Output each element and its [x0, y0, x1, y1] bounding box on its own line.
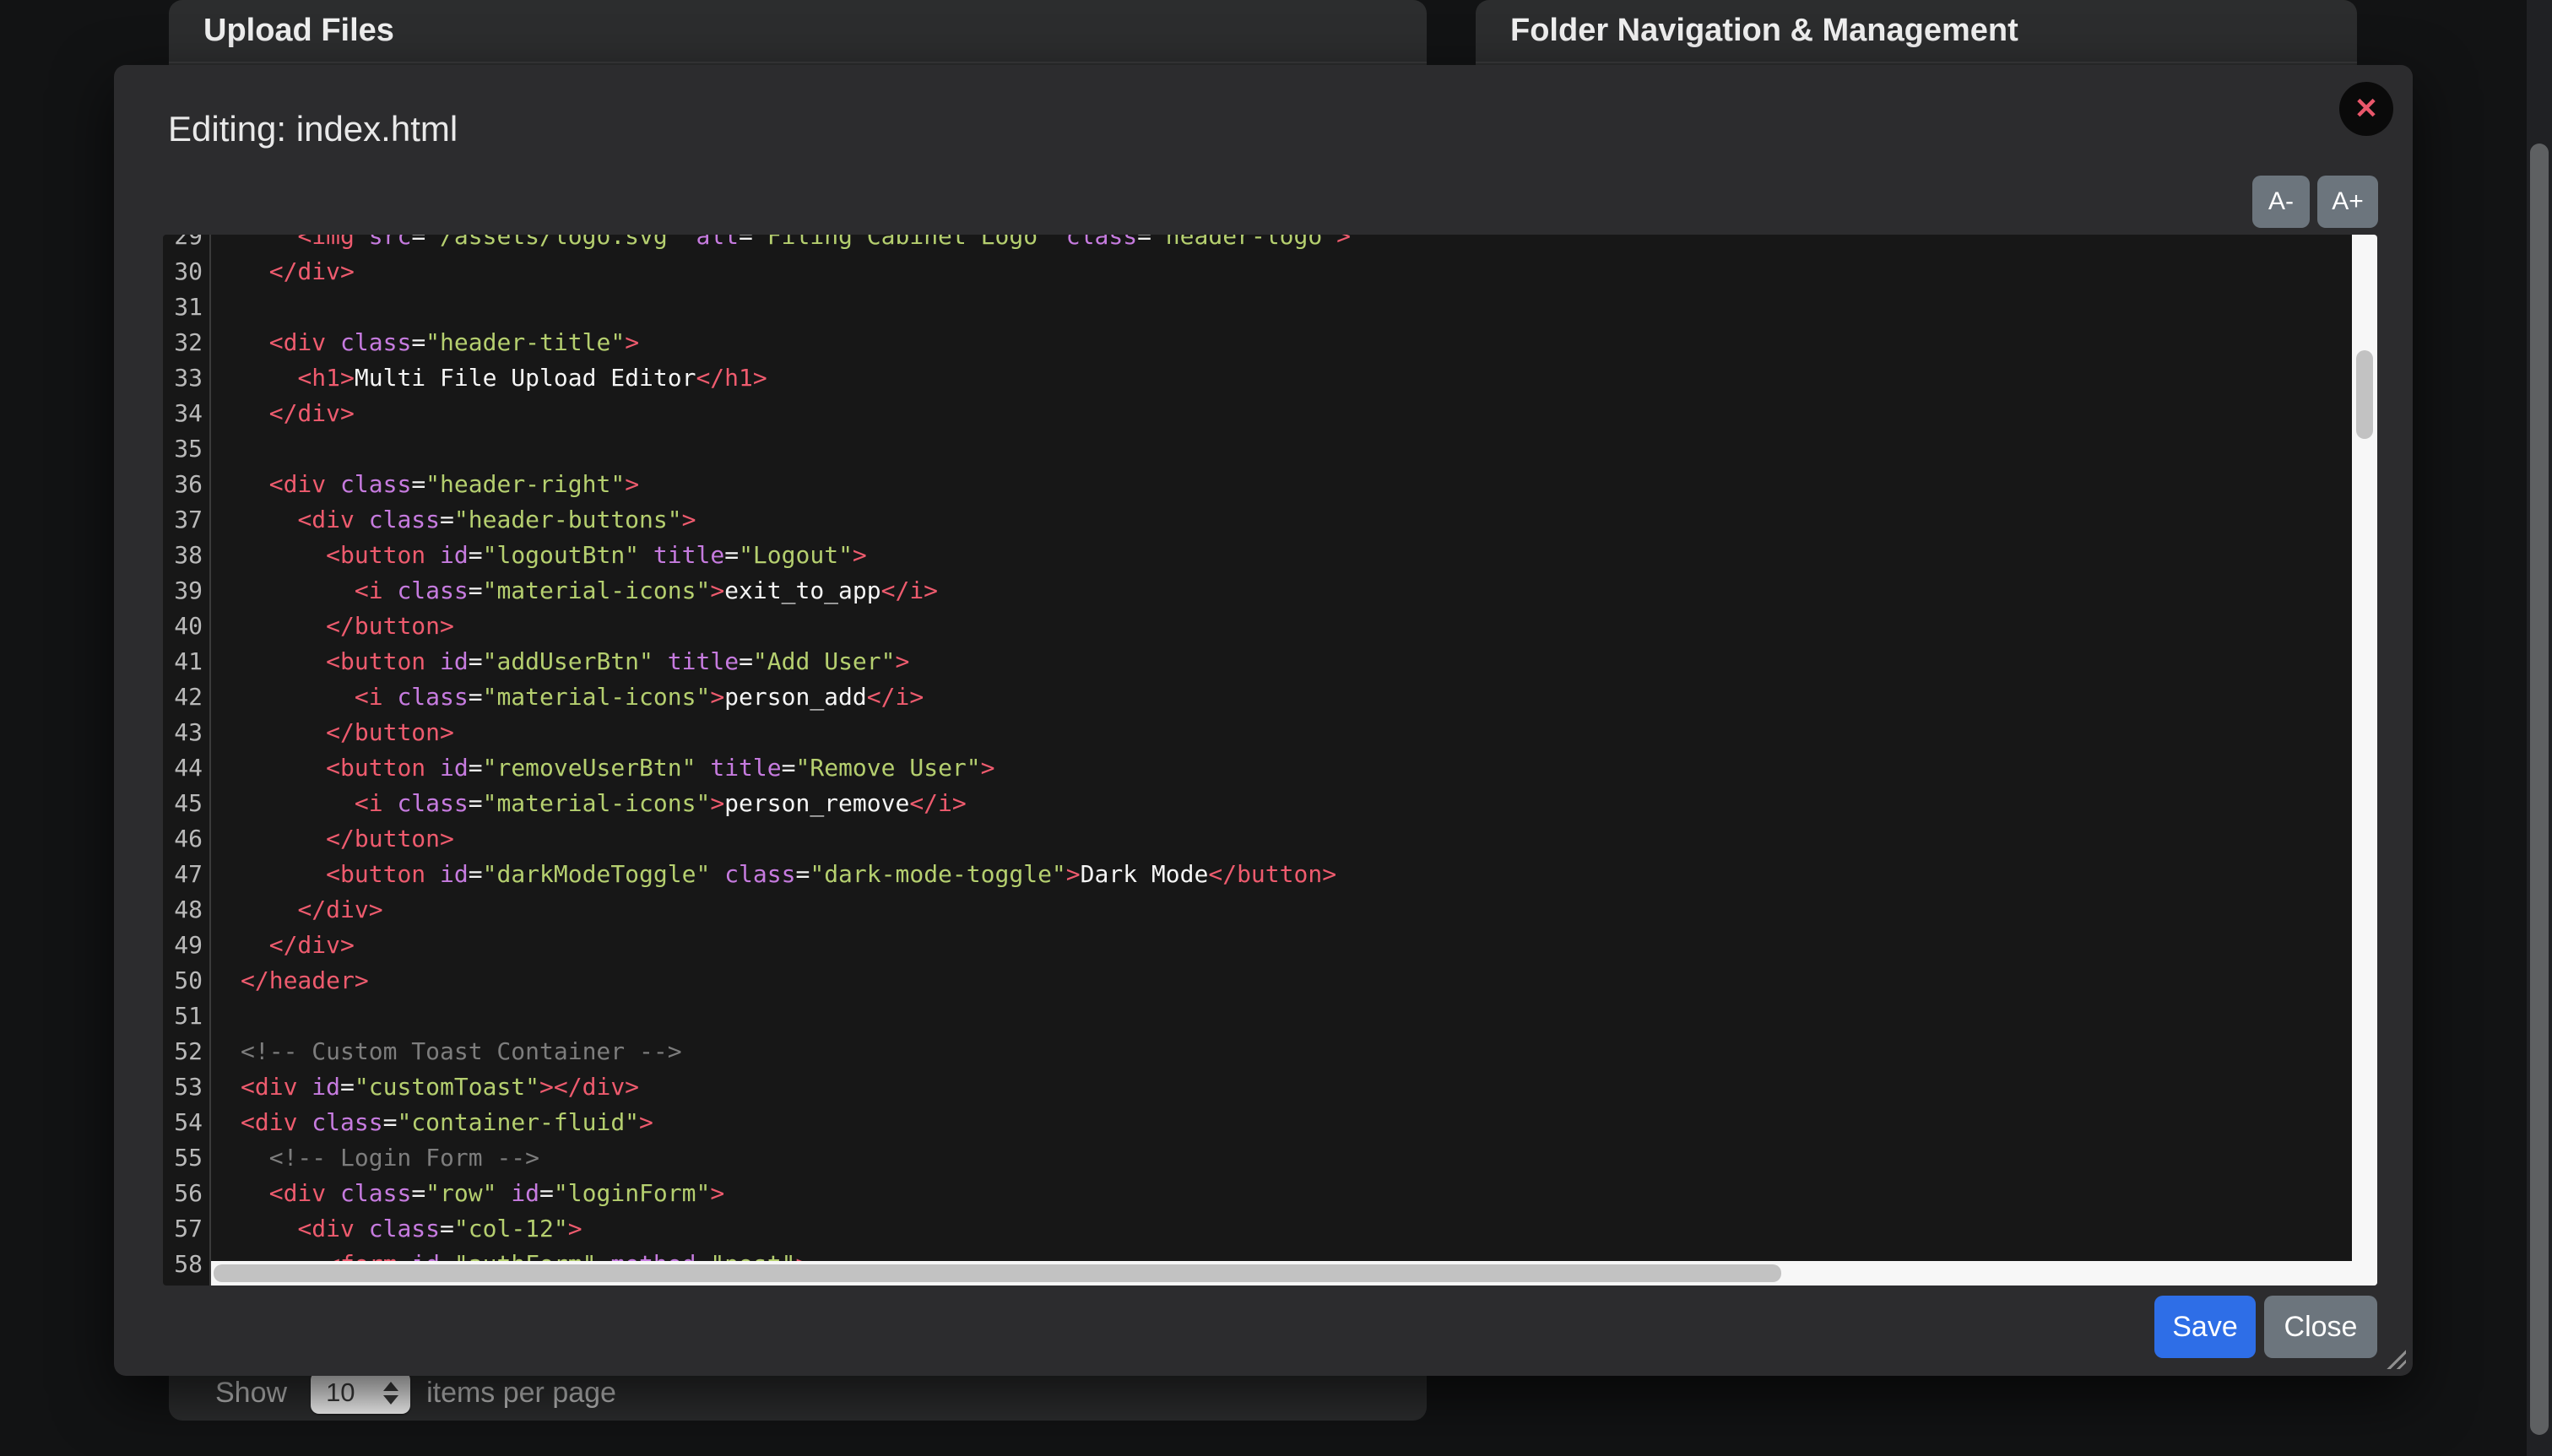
line-number: 46	[163, 821, 209, 857]
code-line: 40 </button>	[163, 609, 2377, 644]
gutter-separator	[209, 235, 211, 1286]
line-number: 34	[163, 396, 209, 431]
line-number: 50	[163, 963, 209, 999]
font-size-controls: A- A+	[2252, 176, 2378, 228]
code-line: 29 <img src="/assets/logo.svg" alt="Fili…	[163, 235, 2377, 254]
code-line: 56 <div class="row" id="loginForm">	[163, 1176, 2377, 1211]
line-number: 43	[163, 715, 209, 750]
line-number: 53	[163, 1069, 209, 1105]
code-line: 35	[163, 431, 2377, 467]
editor-hscrollbar-track[interactable]	[211, 1261, 2377, 1286]
line-number: 38	[163, 538, 209, 573]
code-content: 29 <img src="/assets/logo.svg" alt="Fili…	[163, 235, 2377, 1282]
code-line: 53<div id="customToast"></div>	[163, 1069, 2377, 1105]
line-number: 41	[163, 644, 209, 679]
select-stepper-icon	[383, 1382, 398, 1405]
code-line: 54<div class="container-fluid">	[163, 1105, 2377, 1140]
line-number: 49	[163, 928, 209, 963]
screen: Upload Files Show 10 items per page Fold…	[0, 0, 2552, 1456]
line-number: 58	[163, 1247, 209, 1282]
code-line: 32 <div class="header-title">	[163, 325, 2377, 360]
line-number: 55	[163, 1140, 209, 1176]
upload-files-card-header: Upload Files	[169, 0, 1427, 63]
code-line: 47 <button id="darkModeToggle" class="da…	[163, 857, 2377, 892]
line-number: 52	[163, 1034, 209, 1069]
line-number: 51	[163, 999, 209, 1034]
modal-close-icon-button[interactable]: ✕	[2339, 82, 2393, 136]
code-line: 46 </button>	[163, 821, 2377, 857]
line-number: 31	[163, 290, 209, 325]
font-increase-button[interactable]: A+	[2317, 176, 2378, 228]
code-line: 52<!-- Custom Toast Container -->	[163, 1034, 2377, 1069]
line-number: 56	[163, 1176, 209, 1211]
line-number: 30	[163, 254, 209, 290]
code-line: 31	[163, 290, 2377, 325]
modal-title: Editing: index.html	[168, 109, 458, 149]
line-number: 44	[163, 750, 209, 786]
line-number: 42	[163, 679, 209, 715]
code-line: 34 </div>	[163, 396, 2377, 431]
code-line: 55 <!-- Login Form -->	[163, 1140, 2377, 1176]
code-line: 41 <button id="addUserBtn" title="Add Us…	[163, 644, 2377, 679]
line-number: 47	[163, 857, 209, 892]
resize-handle-icon[interactable]	[2382, 1345, 2406, 1369]
line-number: 54	[163, 1105, 209, 1140]
folder-navigation-title: Folder Navigation & Management	[1476, 13, 2018, 49]
line-number: 39	[163, 573, 209, 609]
code-line: 37 <div class="header-buttons">	[163, 502, 2377, 538]
page-scrollbar-track[interactable]	[2527, 0, 2552, 1456]
line-number: 45	[163, 786, 209, 821]
items-per-page-select[interactable]: 10	[311, 1372, 410, 1414]
code-line: 50</header>	[163, 963, 2377, 999]
line-number: 29	[163, 235, 209, 254]
line-number: 32	[163, 325, 209, 360]
editor-vscrollbar-track[interactable]	[2352, 235, 2377, 1286]
line-number: 33	[163, 360, 209, 396]
editor-hscrollbar-thumb[interactable]	[214, 1264, 1781, 1282]
code-line: 36 <div class="header-right">	[163, 467, 2377, 502]
line-number: 35	[163, 431, 209, 467]
line-number: 48	[163, 892, 209, 928]
font-decrease-button[interactable]: A-	[2252, 176, 2310, 228]
code-line: 43 </button>	[163, 715, 2377, 750]
show-label: Show	[215, 1377, 287, 1410]
code-line: 42 <i class="material-icons">person_add<…	[163, 679, 2377, 715]
upload-files-title: Upload Files	[169, 13, 394, 49]
close-button[interactable]: Close	[2264, 1296, 2377, 1358]
line-number: 57	[163, 1211, 209, 1247]
code-editor[interactable]: 29 <img src="/assets/logo.svg" alt="Fili…	[163, 235, 2377, 1286]
editor-vscrollbar-thumb[interactable]	[2356, 350, 2373, 439]
line-number: 40	[163, 609, 209, 644]
code-line: 38 <button id="logoutBtn" title="Logout"…	[163, 538, 2377, 573]
code-line: 49 </div>	[163, 928, 2377, 963]
line-number: 36	[163, 467, 209, 502]
items-per-page-value: 10	[326, 1378, 383, 1408]
page-scrollbar-thumb[interactable]	[2530, 143, 2549, 1435]
code-line: 39 <i class="material-icons">exit_to_app…	[163, 573, 2377, 609]
code-line: 45 <i class="material-icons">person_remo…	[163, 786, 2377, 821]
folder-navigation-card-header: Folder Navigation & Management	[1476, 0, 2357, 63]
edit-file-modal: Editing: index.html ✕ A- A+ 29 <img src=…	[114, 65, 2413, 1376]
items-per-page-label: items per page	[426, 1377, 616, 1410]
code-line: 44 <button id="removeUserBtn" title="Rem…	[163, 750, 2377, 786]
code-line: 30 </div>	[163, 254, 2377, 290]
code-line: 57 <div class="col-12">	[163, 1211, 2377, 1247]
code-line: 51	[163, 999, 2377, 1034]
code-line: 33 <h1>Multi File Upload Editor</h1>	[163, 360, 2377, 396]
save-button[interactable]: Save	[2154, 1296, 2256, 1358]
code-line: 48 </div>	[163, 892, 2377, 928]
close-x-icon: ✕	[2354, 92, 2379, 126]
line-number: 37	[163, 502, 209, 538]
